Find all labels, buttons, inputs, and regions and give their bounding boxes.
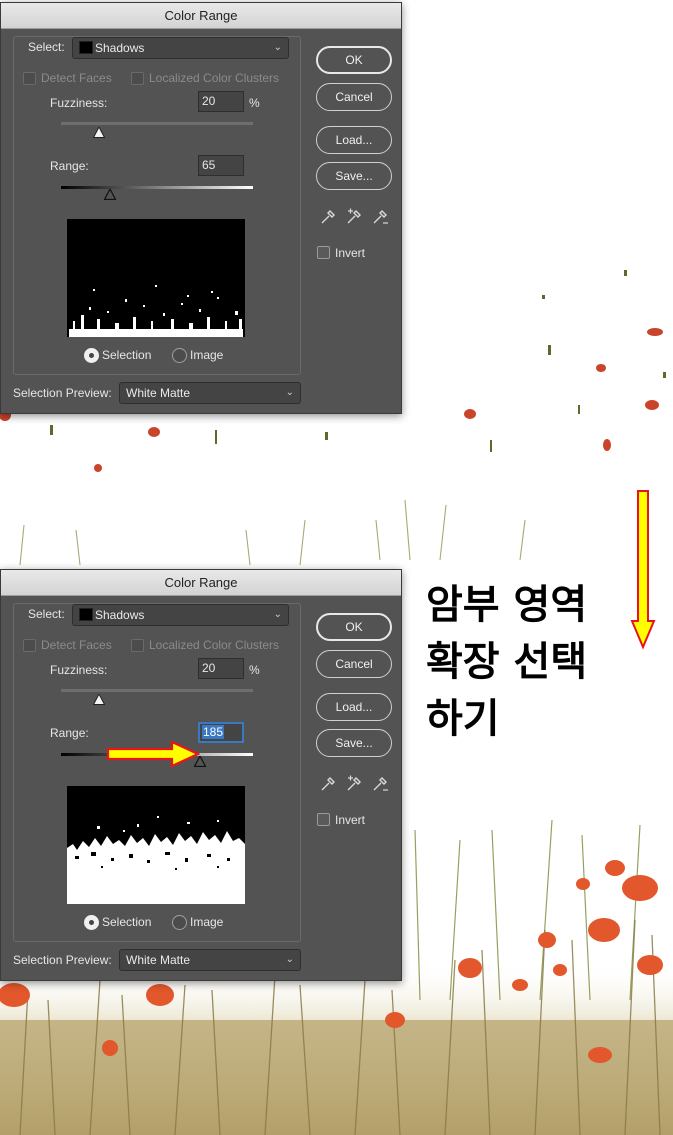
chevron-down-icon: ⌄ — [273, 609, 282, 620]
localized-clusters-checkbox[interactable] — [131, 639, 144, 652]
range-label: Range: — [50, 159, 89, 173]
selection-preview-label: Selection Preview: — [13, 386, 112, 400]
chevron-down-icon: ⌄ — [273, 42, 282, 53]
percent-unit: % — [249, 96, 260, 110]
radio-image[interactable] — [172, 348, 187, 363]
shadows-swatch — [79, 41, 93, 54]
fuzziness-slider-thumb[interactable] — [93, 127, 106, 138]
invert-checkbox[interactable] — [317, 246, 330, 259]
percent-unit: % — [249, 663, 260, 677]
fuzziness-slider-track[interactable] — [61, 689, 253, 692]
selection-preview-label: Selection Preview: — [13, 953, 112, 967]
eyedropper-minus-icon[interactable] — [371, 775, 389, 793]
fuzziness-input[interactable]: 20 — [198, 91, 244, 112]
detect-faces-label: Detect Faces — [41, 638, 112, 652]
right-arrow-annotation — [106, 740, 200, 768]
select-label: Select: — [28, 40, 65, 54]
select-label: Select: — [28, 607, 65, 621]
eyedropper-icon[interactable] — [319, 208, 337, 226]
ok-button[interactable]: OK — [316, 46, 392, 74]
fuzziness-value: 20 — [202, 661, 216, 675]
fuzziness-slider-thumb[interactable] — [93, 694, 106, 705]
save-button[interactable]: Save... — [316, 729, 392, 757]
select-value: Shadows — [95, 41, 145, 55]
load-button[interactable]: Load... — [316, 126, 392, 154]
save-button[interactable]: Save... — [316, 162, 392, 190]
fuzziness-label: Fuzziness: — [50, 96, 108, 110]
range-value: 65 — [202, 158, 216, 172]
radio-image[interactable] — [172, 915, 187, 930]
detect-faces-checkbox[interactable] — [23, 72, 36, 85]
radio-image-label: Image — [190, 915, 224, 929]
localized-clusters-label: Localized Color Clusters — [149, 71, 280, 85]
radio-selection[interactable] — [84, 915, 99, 930]
selection-preview-image — [67, 219, 245, 337]
radio-selection[interactable] — [84, 348, 99, 363]
shadows-swatch — [79, 608, 93, 621]
selection-preview-dropdown[interactable]: White Matte ⌄ — [119, 382, 301, 404]
localized-clusters-label: Localized Color Clusters — [149, 638, 280, 652]
annotation-korean-text: 암부 영역 확장 선택 하기 — [426, 582, 588, 742]
select-value: Shadows — [95, 608, 145, 622]
fuzziness-label: Fuzziness: — [50, 663, 108, 677]
down-arrow-annotation — [630, 490, 656, 650]
range-input[interactable]: 65 — [198, 155, 244, 176]
range-slider-thumb[interactable] — [103, 189, 116, 200]
radio-image-label: Image — [190, 348, 224, 362]
select-dropdown[interactable]: Shadows ⌄ — [72, 37, 289, 59]
selection-preview-value: White Matte — [126, 386, 191, 400]
dialog-title: Color Range — [1, 3, 401, 29]
range-label: Range: — [50, 726, 89, 740]
radio-selection-label: Selection — [102, 348, 152, 362]
eyedropper-plus-icon[interactable] — [345, 208, 363, 226]
dialog-title: Color Range — [1, 570, 401, 596]
fuzziness-input[interactable]: 20 — [198, 658, 244, 679]
chevron-down-icon: ⌄ — [285, 954, 294, 965]
selection-preview-image — [67, 786, 245, 904]
fuzziness-value: 20 — [202, 94, 216, 108]
range-value: 185 — [202, 725, 225, 739]
selection-preview-value: White Matte — [126, 953, 191, 967]
detect-faces-checkbox[interactable] — [23, 639, 36, 652]
load-button[interactable]: Load... — [316, 693, 392, 721]
color-range-dialog-after: Color Range Select: Shadows ⌄ Detect Fac… — [0, 569, 402, 981]
ok-button[interactable]: OK — [316, 613, 392, 641]
cancel-button[interactable]: Cancel — [316, 83, 392, 111]
eyedropper-icon[interactable] — [319, 775, 337, 793]
invert-label: Invert — [335, 813, 366, 827]
selection-preview-dropdown[interactable]: White Matte ⌄ — [119, 949, 301, 971]
eyedropper-plus-icon[interactable] — [345, 775, 363, 793]
invert-label: Invert — [335, 246, 366, 260]
detect-faces-label: Detect Faces — [41, 71, 112, 85]
fuzziness-slider-track[interactable] — [61, 122, 253, 125]
eyedropper-minus-icon[interactable] — [371, 208, 389, 226]
localized-clusters-checkbox[interactable] — [131, 72, 144, 85]
invert-checkbox[interactable] — [317, 813, 330, 826]
cancel-button[interactable]: Cancel — [316, 650, 392, 678]
chevron-down-icon: ⌄ — [285, 387, 294, 398]
color-range-dialog-before: Color Range Select: Shadows ⌄ Detect Fac… — [0, 2, 402, 414]
range-slider-track[interactable] — [61, 186, 253, 189]
range-input[interactable]: 185 — [198, 722, 244, 743]
select-dropdown[interactable]: Shadows ⌄ — [72, 604, 289, 626]
radio-selection-label: Selection — [102, 915, 152, 929]
